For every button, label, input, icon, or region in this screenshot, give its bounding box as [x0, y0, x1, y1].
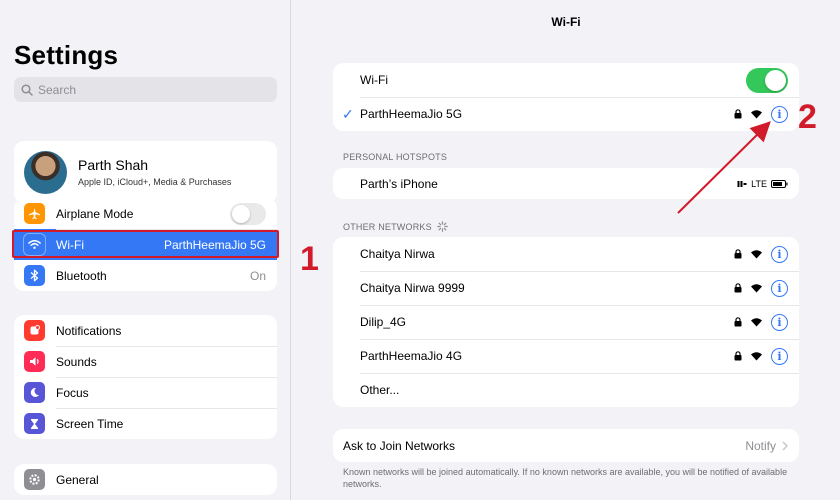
annotation-arrow: [677, 121, 771, 214]
step-2-marker: 2: [798, 98, 817, 136]
